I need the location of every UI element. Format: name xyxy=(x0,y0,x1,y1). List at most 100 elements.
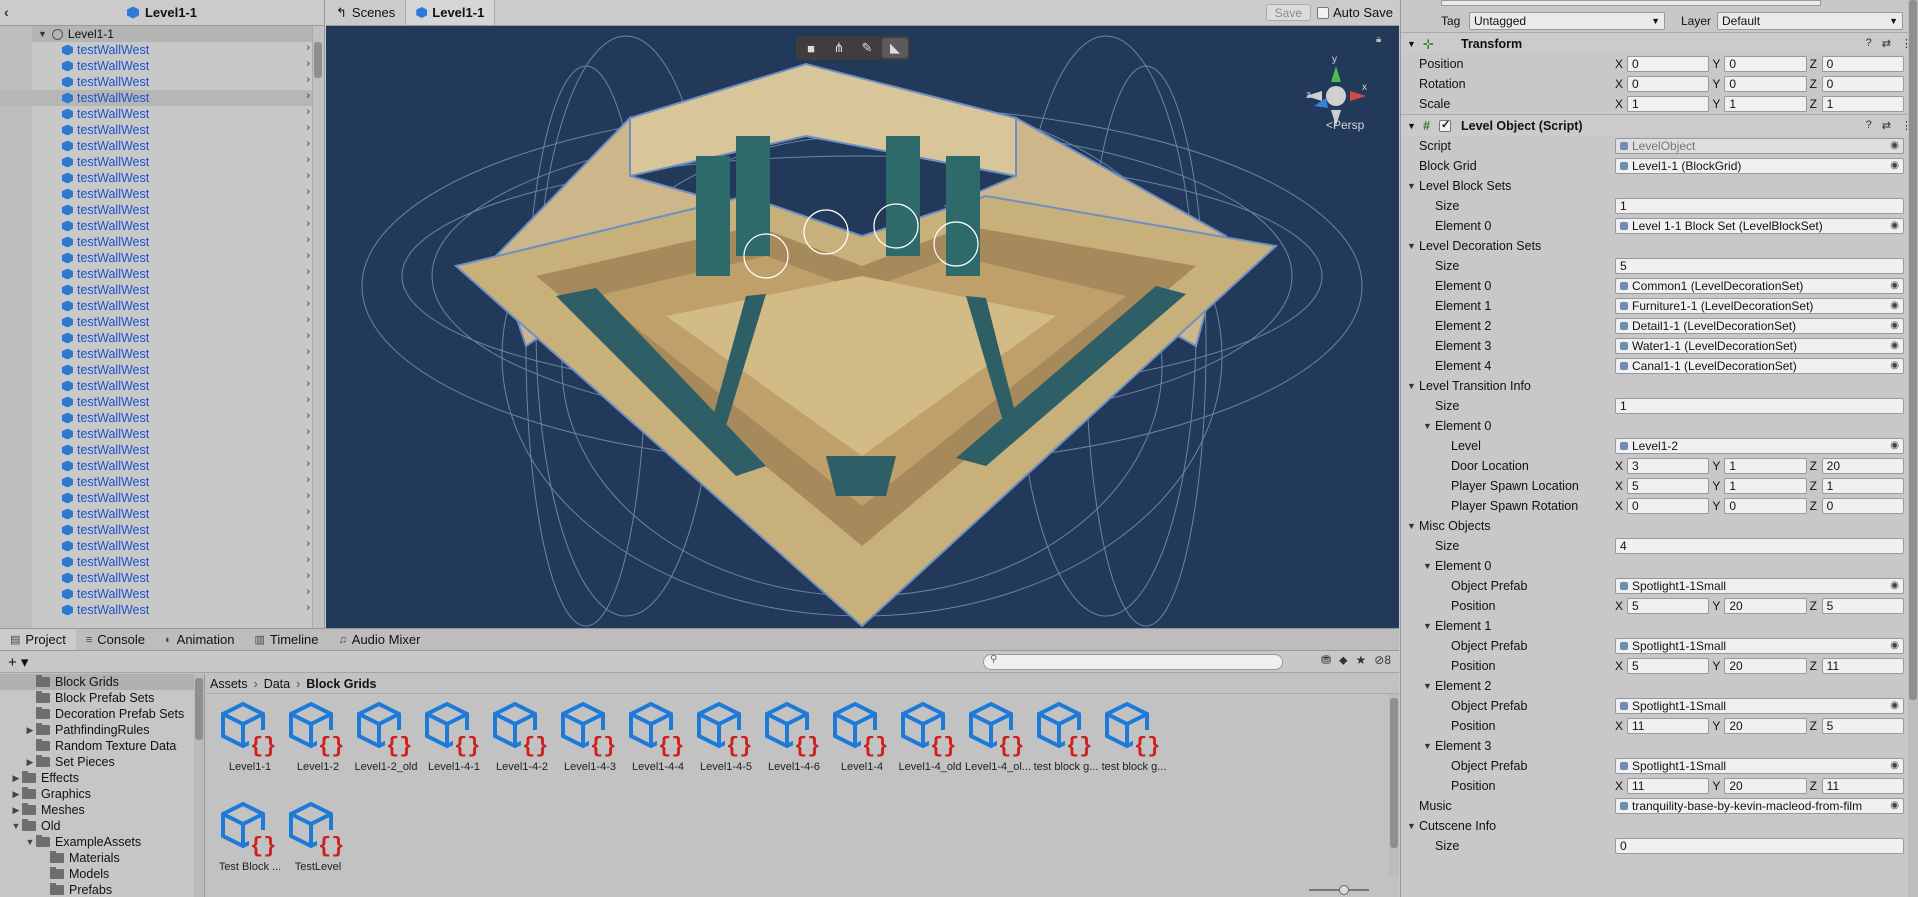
value-field[interactable]: 1 xyxy=(1615,198,1904,214)
hierarchy-item[interactable]: testWallWest › xyxy=(0,170,324,186)
scene-view[interactable]: ↰ Scenes Level1-1 Save Auto Save y x z ■… xyxy=(326,0,1399,628)
hierarchy-item[interactable]: testWallWest › xyxy=(0,474,324,490)
fill-icon[interactable]: ◣ xyxy=(882,38,908,58)
help-icon[interactable]: ? xyxy=(1866,119,1872,132)
vector-z-input[interactable]: 0 xyxy=(1821,498,1904,514)
hierarchy-item[interactable]: testWallWest › xyxy=(0,154,324,170)
tree-item[interactable]: Random Texture Data xyxy=(0,738,204,754)
hierarchy-item[interactable]: testWallWest › xyxy=(0,362,324,378)
vector-z-input[interactable]: 20 xyxy=(1821,458,1904,474)
foldout-arrow-icon[interactable]: ▼ xyxy=(1423,681,1432,691)
hierarchy-item[interactable]: testWallWest › xyxy=(0,298,324,314)
object-picker-icon[interactable]: ◉ xyxy=(1890,340,1899,351)
hierarchy-item[interactable]: testWallWest › xyxy=(0,186,324,202)
expand-arrow-icon[interactable]: ▼ xyxy=(38,29,47,39)
asset-item[interactable]: {} Level1-2_old xyxy=(350,700,422,780)
tree-scrollbar[interactable] xyxy=(194,674,204,897)
object-picker-icon[interactable]: ◉ xyxy=(1890,220,1899,231)
chevron-right-icon[interactable]: › xyxy=(306,442,310,454)
hierarchy-item[interactable]: testWallWest › xyxy=(0,106,324,122)
object-field[interactable]: Spotlight1-1Small ◉ xyxy=(1615,698,1904,714)
vector-z-input[interactable]: 1 xyxy=(1821,478,1904,494)
chevron-right-icon[interactable]: › xyxy=(306,74,310,86)
object-field[interactable]: Spotlight1-1Small ◉ xyxy=(1615,758,1904,774)
object-picker-icon[interactable]: ◉ xyxy=(1890,700,1899,711)
hierarchy-item[interactable]: testWallWest › xyxy=(0,442,324,458)
tab-scenes[interactable]: ↰ Scenes xyxy=(326,0,407,25)
chevron-right-icon[interactable]: › xyxy=(306,202,310,214)
chevron-right-icon[interactable]: › xyxy=(306,266,310,278)
object-picker-icon[interactable]: ◉ xyxy=(1890,160,1899,171)
tree-item[interactable]: ▶ Effects xyxy=(0,770,204,786)
hierarchy-item[interactable]: testWallWest › xyxy=(0,58,324,74)
hidden-packages-icon[interactable]: ⊘8 xyxy=(1374,653,1391,668)
vector-y-input[interactable]: 20 xyxy=(1724,718,1807,734)
hierarchy-item[interactable]: testWallWest › xyxy=(0,330,324,346)
chevron-right-icon[interactable]: › xyxy=(306,90,310,102)
tab-project[interactable]: ▤ Project xyxy=(0,629,76,650)
favorite-icon[interactable]: ★ xyxy=(1355,653,1366,668)
hierarchy-item[interactable]: testWallWest › xyxy=(0,586,324,602)
foldout-arrow-icon[interactable]: ▼ xyxy=(1423,561,1432,571)
hierarchy-item[interactable]: testWallWest › xyxy=(0,42,324,58)
object-picker-icon[interactable]: ◉ xyxy=(1890,640,1899,651)
object-field[interactable]: Spotlight1-1Small ◉ xyxy=(1615,578,1904,594)
tree-item[interactable]: ▶ Set Pieces xyxy=(0,754,204,770)
hierarchy-item[interactable]: testWallWest › xyxy=(0,234,324,250)
foldout-arrow-icon[interactable]: ▼ xyxy=(1407,381,1416,391)
object-picker-icon[interactable]: ◉ xyxy=(1890,760,1899,771)
object-field[interactable]: Water1-1 (LevelDecorationSet) ◉ xyxy=(1615,338,1904,354)
preset-icon[interactable]: ⇄ xyxy=(1882,119,1891,132)
chevron-right-icon[interactable]: › xyxy=(306,602,310,614)
tab-timeline[interactable]: ▥ Timeline xyxy=(244,629,328,650)
asset-item[interactable]: {} test block g... xyxy=(1098,700,1170,780)
chevron-right-icon[interactable]: › xyxy=(306,154,310,166)
hierarchy-item[interactable]: testWallWest › xyxy=(0,202,324,218)
tab-level[interactable]: Level1-1 xyxy=(406,0,496,25)
back-arrow-icon[interactable]: ‹ xyxy=(4,4,9,20)
tab-animation[interactable]: ◐ Animation xyxy=(155,629,244,650)
auto-save-toggle[interactable]: Auto Save xyxy=(1317,0,1399,25)
vector-x-input[interactable]: 5 xyxy=(1627,478,1710,494)
vector-y-input[interactable]: 20 xyxy=(1724,598,1807,614)
chevron-right-icon[interactable]: › xyxy=(306,234,310,246)
hierarchy-item[interactable]: testWallWest › xyxy=(0,266,324,282)
chevron-right-icon[interactable]: › xyxy=(306,362,310,374)
chevron-right-icon[interactable]: › xyxy=(306,218,310,230)
chevron-right-icon[interactable]: › xyxy=(306,378,310,390)
tag-dropdown[interactable]: Untagged ▼ xyxy=(1469,12,1665,30)
foldout-arrow-icon[interactable]: ▼ xyxy=(1407,241,1416,251)
chevron-right-icon[interactable]: › xyxy=(306,330,310,342)
vector-x-input[interactable]: 0 xyxy=(1627,76,1710,92)
tree-item[interactable]: ▼ Old xyxy=(0,818,204,834)
expand-arrow-icon[interactable]: ▼ xyxy=(24,837,36,847)
hierarchy-item[interactable]: testWallWest › xyxy=(0,346,324,362)
chevron-right-icon[interactable]: › xyxy=(306,458,310,470)
object-picker-icon[interactable]: ◉ xyxy=(1890,580,1899,591)
tree-item[interactable]: Models xyxy=(0,866,204,882)
breadcrumb-item[interactable]: Data xyxy=(264,677,290,691)
hierarchy-item[interactable]: testWallWest › xyxy=(0,490,324,506)
asset-item[interactable]: {} test block g... xyxy=(1030,700,1102,780)
vector-x-input[interactable]: 3 xyxy=(1627,458,1710,474)
tree-item[interactable]: Block Grids xyxy=(0,674,204,690)
chevron-right-icon[interactable]: › xyxy=(306,426,310,438)
object-field[interactable]: Spotlight1-1Small ◉ xyxy=(1615,638,1904,654)
pivot-icon[interactable]: ⋔ xyxy=(826,38,852,58)
hierarchy-item[interactable]: testWallWest › xyxy=(0,74,324,90)
view-mode-icon[interactable]: ■ xyxy=(798,38,824,58)
chevron-right-icon[interactable]: › xyxy=(306,570,310,582)
object-picker-icon[interactable]: ◉ xyxy=(1890,360,1899,371)
object-field[interactable]: Canal1-1 (LevelDecorationSet) ◉ xyxy=(1615,358,1904,374)
hierarchy-item[interactable]: testWallWest › xyxy=(0,410,324,426)
hierarchy-item[interactable]: testWallWest › xyxy=(0,554,324,570)
vector-y-input[interactable]: 20 xyxy=(1724,658,1807,674)
asset-item[interactable]: {} Level1-4-4 xyxy=(622,700,694,780)
object-field[interactable]: tranquility-base-by-kevin-macleod-from-f… xyxy=(1615,798,1904,814)
hierarchy-item[interactable]: testWallWest › xyxy=(0,122,324,138)
scrollbar-thumb[interactable] xyxy=(195,678,203,740)
vector-x-input[interactable]: 5 xyxy=(1627,658,1710,674)
component-header[interactable]: ▼ ⊹ Transform? ⇄ ⋮ xyxy=(1401,32,1918,54)
project-search-input[interactable]: ⚲ xyxy=(983,654,1283,670)
asset-item[interactable]: {} Level1-4-1 xyxy=(418,700,490,780)
